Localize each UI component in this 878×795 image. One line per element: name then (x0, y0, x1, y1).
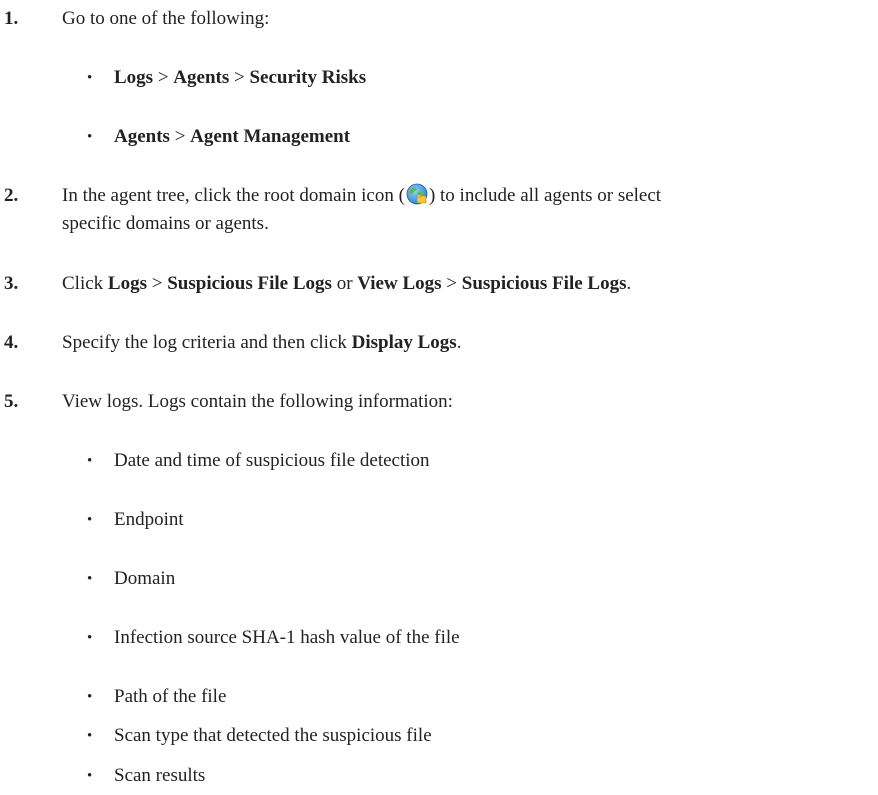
list-item-text: Scan results (114, 765, 206, 786)
bullet-icon: • (87, 571, 93, 587)
list-item: • Domain (0, 565, 175, 593)
nav-view-logs: View Logs (357, 273, 442, 294)
step-3: 3. Click Logs > Suspicious File Logs or … (0, 270, 631, 298)
step-text: or (331, 273, 358, 294)
list-item: • Path of the file (0, 683, 226, 711)
step-1: 1. Go to one of the following: (0, 5, 269, 33)
list-item-text: Date and time of suspicious file detecti… (114, 450, 430, 471)
nav-option-2: • Agents > Agent Management (0, 123, 350, 151)
step-text: . (626, 273, 632, 294)
nav-separator: > (169, 126, 191, 147)
display-logs-label: Display Logs (351, 332, 457, 353)
bullet-icon: • (87, 630, 93, 646)
nav-suspicious-file-logs: Suspicious File Logs (167, 273, 332, 294)
list-item: • Scan results (0, 762, 205, 790)
root-domain-globe-icon (406, 183, 428, 205)
bullet-icon: • (87, 453, 93, 469)
nav-agents: Agents (173, 67, 230, 88)
document-page: 1. Go to one of the following: • Logs > … (0, 0, 878, 795)
nav-separator: > (229, 67, 250, 88)
nav-logs: Logs (114, 67, 154, 88)
nav-separator: > (147, 273, 168, 294)
list-item: • Infection source SHA-1 hash value of t… (0, 624, 460, 652)
list-item-text: Infection source SHA-1 hash value of the… (114, 627, 460, 648)
nav-suspicious-file-logs: Suspicious File Logs (461, 273, 627, 294)
list-item: • Endpoint (0, 506, 184, 534)
step-text: Go to one of the following: (62, 8, 270, 29)
step-5: 5. View logs. Logs contain the following… (0, 388, 453, 416)
nav-logs: Logs (107, 273, 147, 294)
list-item: • Date and time of suspicious file detec… (0, 447, 430, 475)
step-2: 2. In the agent tree, click the root dom… (0, 182, 872, 238)
nav-agent-management: Agent Management (190, 126, 351, 147)
nav-security-risks: Security Risks (249, 67, 367, 88)
nav-separator: > (153, 67, 174, 88)
list-item: • Scan type that detected the suspicious… (0, 722, 432, 750)
step-text: In the agent tree, click the root domain… (62, 185, 405, 206)
step-number: 3. (4, 273, 19, 294)
step-text-line2: specific domains or agents. (62, 213, 269, 234)
list-item-text: Domain (114, 568, 176, 589)
step-number: 1. (4, 8, 19, 29)
bullet-icon: • (87, 512, 93, 528)
step-number: 5. (4, 391, 19, 412)
bullet-icon: • (87, 728, 93, 744)
list-item-text: Path of the file (114, 686, 227, 707)
nav-agents: Agents (114, 126, 170, 147)
bullet-icon: • (87, 689, 93, 705)
step-4: 4. Specify the log criteria and then cli… (0, 329, 461, 357)
step-text: View logs. Logs contain the following in… (62, 391, 453, 412)
bullet-icon: • (87, 129, 93, 145)
bullet-icon: • (87, 768, 93, 784)
step-number: 2. (4, 185, 19, 206)
step-text: Specify the log criteria and then click (62, 332, 352, 353)
step-text: ) to include all agents or select (428, 185, 662, 206)
nav-separator: > (441, 273, 462, 294)
step-number: 4. (4, 332, 19, 353)
step-text: Click (62, 273, 108, 294)
list-item-text: Scan type that detected the suspicious f… (114, 725, 432, 746)
step-text: . (456, 332, 462, 353)
list-item-text: Endpoint (114, 509, 184, 530)
nav-option-1: • Logs > Agents > Security Risks (0, 64, 366, 92)
bullet-icon: • (87, 70, 93, 86)
